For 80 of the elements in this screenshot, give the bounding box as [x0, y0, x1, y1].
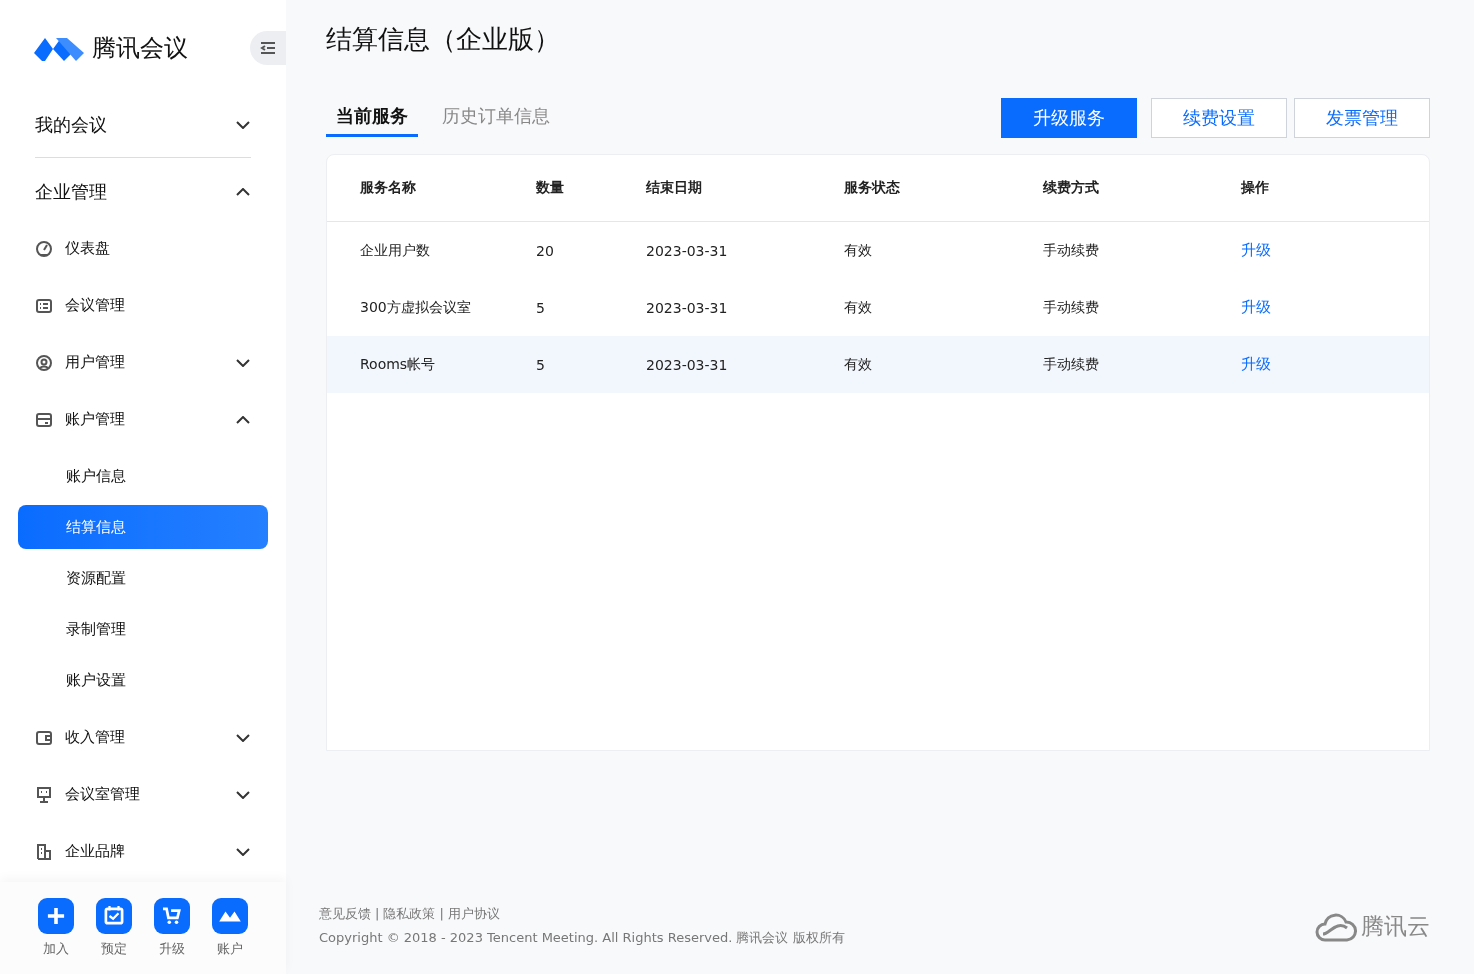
nav-subitem[interactable]: 录制管理	[18, 607, 268, 651]
nav-item[interactable]: 会议管理	[18, 277, 268, 334]
column-header: 数量	[536, 179, 565, 197]
dock-button[interactable]: 升级	[154, 898, 190, 974]
nav-item[interactable]: 仪表盘	[18, 220, 268, 277]
nav-group[interactable]: 我的会议	[18, 96, 268, 153]
building-icon	[35, 842, 53, 861]
column-header: 服务状态	[844, 179, 901, 197]
tab[interactable]: 历史订单信息	[432, 99, 560, 137]
nav-group[interactable]: 企业管理	[18, 163, 268, 220]
separator: |	[439, 905, 444, 923]
collapse-icon	[260, 41, 276, 55]
logo-icon	[34, 35, 84, 61]
nav-item-label: 企业品牌	[65, 842, 126, 861]
table-cell-text: Rooms帐号	[360, 355, 437, 374]
footer-link[interactable]: 意见反馈	[319, 902, 371, 926]
table-cell-text: 5	[536, 299, 546, 316]
nav-item-label: 仪表盘	[65, 239, 111, 258]
action-button[interactable]: 续费设置	[1151, 98, 1287, 138]
user-circle-icon	[35, 353, 53, 372]
table-cell-text: 5	[536, 356, 546, 373]
table-cell-text: 2023-03-31	[646, 356, 729, 373]
upgrade-link[interactable]: 升级	[1241, 241, 1429, 260]
wallet-icon	[35, 728, 53, 747]
nav-item[interactable]: 收入管理	[18, 709, 268, 766]
upgrade-link[interactable]: 升级	[1241, 298, 1429, 317]
upgrade-link[interactable]: 升级	[1241, 355, 1429, 374]
column-header: 结束日期	[646, 179, 703, 197]
table-cell-text: 手动续费	[1043, 355, 1100, 374]
nav-item-label: 会议管理	[65, 296, 126, 315]
nav-item[interactable]: 用户管理	[18, 334, 268, 391]
copyright-text: Copyright © 2018 - 2023 Tencent Meeting. All Rights Reserved. 腾讯会议 版权所有	[319, 929, 845, 947]
nav-group-label: 我的会议	[35, 112, 107, 137]
cloud-icon	[1315, 911, 1357, 942]
table-cell-text: 20	[536, 242, 555, 259]
separator: |	[375, 905, 380, 923]
nav-item[interactable]: 会议室管理	[18, 766, 268, 823]
brand-text: 腾讯云	[1361, 912, 1430, 941]
nav-item-label: 收入管理	[65, 728, 126, 747]
nav-subitem[interactable]: 账户信息	[18, 454, 268, 498]
table-cell-text: 有效	[844, 355, 873, 374]
nav-subitem[interactable]: 结算信息	[18, 505, 268, 549]
footer-link[interactable]: 用户协议	[447, 902, 500, 926]
table-cell-text: 有效	[844, 241, 873, 260]
table-cell-text: 手动续费	[1043, 298, 1100, 317]
nav-group-label: 企业管理	[35, 179, 107, 204]
footer-link[interactable]: 隐私政策	[383, 902, 436, 926]
action-button[interactable]: 发票管理	[1294, 98, 1430, 138]
table-cell-text: 2023-03-31	[646, 299, 729, 316]
nav-item-label: 用户管理	[65, 353, 126, 372]
logo-text: 腾讯会议	[92, 33, 188, 64]
card-icon	[35, 410, 53, 429]
dock-button[interactable]: 预定	[96, 898, 132, 974]
tab[interactable]: 当前服务	[326, 99, 418, 137]
table-cell-text: 手动续费	[1043, 241, 1100, 260]
monitor-icon	[35, 785, 53, 804]
plus-icon	[38, 898, 74, 934]
dock-button[interactable]: 账户	[212, 898, 248, 974]
nav-subitem[interactable]: 账户设置	[18, 658, 268, 702]
nav-item[interactable]: 账户管理	[18, 391, 268, 448]
table-cell-text: 2023-03-31	[646, 242, 729, 259]
table-cell-text: 300方虚拟会议室	[360, 298, 472, 317]
table-cell-text: 企业用户数	[360, 241, 431, 260]
nav-item-label: 会议室管理	[65, 785, 141, 804]
gauge-icon	[35, 239, 53, 258]
cart-icon	[154, 898, 190, 934]
nav-item-label: 账户管理	[65, 410, 126, 429]
nav-subitem[interactable]: 资源配置	[18, 556, 268, 600]
action-button[interactable]: 升级服务	[1001, 98, 1137, 138]
calendar-icon	[96, 898, 132, 934]
table-cell-text: 有效	[844, 298, 873, 317]
column-header: 续费方式	[1043, 179, 1100, 197]
column-header: 操作	[1241, 179, 1270, 197]
collapse-menu-button[interactable]	[250, 31, 286, 65]
column-header: 服务名称	[360, 179, 417, 197]
dock-button[interactable]: 加入	[38, 898, 74, 974]
nav-item[interactable]: 企业品牌	[18, 823, 268, 880]
logo-icon	[212, 898, 248, 934]
page-title: 结算信息（企业版）	[326, 23, 561, 56]
list-icon	[35, 296, 53, 315]
